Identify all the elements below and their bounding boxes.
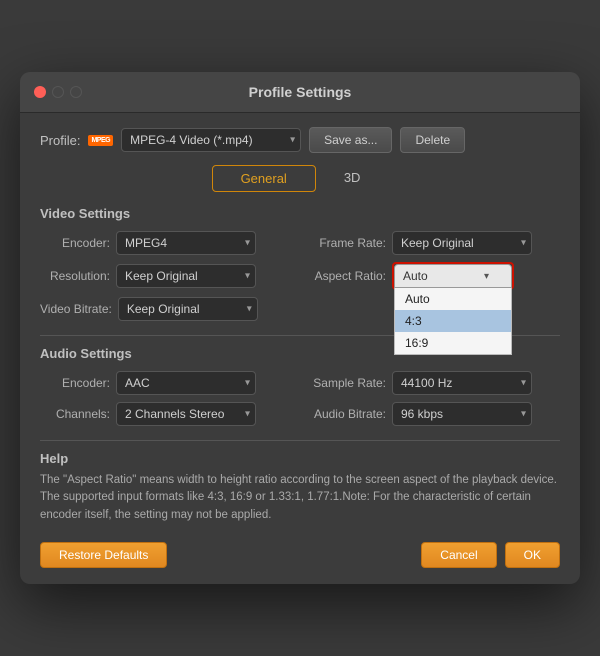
resolution-label: Resolution:: [40, 269, 110, 283]
bottom-bar: Restore Defaults Cancel OK: [40, 538, 560, 568]
encoder-label: Encoder:: [40, 236, 110, 250]
audio-encoder-wrapper[interactable]: AAC: [116, 371, 256, 395]
help-text: The "Aspect Ratio" means width to height…: [40, 472, 560, 524]
channels-left: Channels: 2 Channels Stereo: [40, 402, 294, 426]
aspect-ratio-dropdown: Auto 4:3 16:9: [394, 288, 512, 355]
encoder-select[interactable]: MPEG4: [116, 231, 256, 255]
aspect-option-16-9[interactable]: 16:9: [395, 332, 511, 354]
bottom-right-buttons: Cancel OK: [421, 542, 560, 568]
videobitrate-select[interactable]: Keep Original: [118, 297, 258, 321]
audio-encoder-select[interactable]: AAC: [116, 371, 256, 395]
videobitrate-select-wrapper[interactable]: Keep Original: [118, 297, 258, 321]
tabs-row: General 3D: [40, 165, 560, 192]
profile-select[interactable]: MPEG-4 Video (*.mp4): [121, 128, 301, 152]
resolution-aspectratio-row: Resolution: Keep Original Aspect Ratio:: [40, 262, 560, 290]
window-body: Profile: MPEG MPEG-4 Video (*.mp4) Save …: [20, 113, 580, 584]
profile-select-wrapper[interactable]: MPEG-4 Video (*.mp4): [121, 128, 301, 152]
help-title: Help: [40, 451, 560, 466]
divider-2: [40, 440, 560, 441]
aspect-ratio-open-container: Auto ▾ Auto 4:3 16:9: [392, 262, 514, 290]
cancel-button[interactable]: Cancel: [421, 542, 496, 568]
framerate-right: Frame Rate: Keep Original: [306, 231, 560, 255]
save-as-button[interactable]: Save as...: [309, 127, 392, 153]
channels-audiobitrate-row: Channels: 2 Channels Stereo Audio Bitrat…: [40, 402, 560, 426]
videobitrate-label: Video Bitrate:: [40, 302, 112, 316]
samplerate-select[interactable]: 44100 Hz: [392, 371, 532, 395]
window-title: Profile Settings: [249, 84, 352, 100]
channels-wrapper[interactable]: 2 Channels Stereo: [116, 402, 256, 426]
video-settings-title: Video Settings: [40, 206, 560, 221]
aspect-trigger-chevron: ▾: [484, 271, 489, 282]
resolution-select[interactable]: Keep Original: [116, 264, 256, 288]
encoder-left: Encoder: MPEG4: [40, 231, 294, 255]
audio-encoder-label: Encoder:: [40, 376, 110, 390]
encoder-framerate-row: Encoder: MPEG4 Frame Rate: Keep Original: [40, 231, 560, 255]
restore-defaults-button[interactable]: Restore Defaults: [40, 542, 167, 568]
samplerate-wrapper[interactable]: 44100 Hz: [392, 371, 532, 395]
aspectratio-right: Aspect Ratio: Auto ▾ Auto 4:3 16:9: [306, 262, 560, 290]
traffic-lights: [34, 86, 82, 98]
mpeg-icon: MPEG: [88, 135, 113, 146]
tab-3d[interactable]: 3D: [316, 165, 389, 192]
aspect-ratio-trigger[interactable]: Auto ▾: [394, 264, 512, 288]
video-settings-grid: Encoder: MPEG4 Frame Rate: Keep Original: [40, 231, 560, 321]
ok-button[interactable]: OK: [505, 542, 560, 568]
samplerate-right: Sample Rate: 44100 Hz: [306, 371, 560, 395]
tab-general[interactable]: General: [212, 165, 316, 192]
aspect-option-auto[interactable]: Auto: [395, 288, 511, 310]
audiobitrate-right: Audio Bitrate: 96 kbps: [306, 402, 560, 426]
profile-row: Profile: MPEG MPEG-4 Video (*.mp4) Save …: [40, 127, 560, 153]
audio-settings-grid: Encoder: AAC Sample Rate: 44100 Hz: [40, 371, 560, 426]
samplerate-label: Sample Rate:: [306, 376, 386, 390]
title-bar: Profile Settings: [20, 72, 580, 113]
audio-encoder-samplerate-row: Encoder: AAC Sample Rate: 44100 Hz: [40, 371, 560, 395]
profile-settings-window: Profile Settings Profile: MPEG MPEG-4 Vi…: [20, 72, 580, 584]
audiobitrate-wrapper[interactable]: 96 kbps: [392, 402, 532, 426]
help-section: Help The "Aspect Ratio" means width to h…: [40, 451, 560, 524]
channels-select[interactable]: 2 Channels Stereo: [116, 402, 256, 426]
audiobitrate-select[interactable]: 96 kbps: [392, 402, 532, 426]
delete-button[interactable]: Delete: [400, 127, 465, 153]
close-button[interactable]: [34, 86, 46, 98]
audiobitrate-label: Audio Bitrate:: [306, 407, 386, 421]
encoder-select-wrapper[interactable]: MPEG4: [116, 231, 256, 255]
audio-settings-section: Audio Settings Encoder: AAC Sample Rate:: [40, 346, 560, 426]
minimize-button[interactable]: [52, 86, 64, 98]
resolution-left: Resolution: Keep Original: [40, 264, 294, 288]
resolution-select-wrapper[interactable]: Keep Original: [116, 264, 256, 288]
framerate-label: Frame Rate:: [306, 236, 386, 250]
aspectratio-label: Aspect Ratio:: [306, 269, 386, 283]
videobitrate-left: Video Bitrate: Keep Original: [40, 297, 294, 321]
channels-label: Channels:: [40, 407, 110, 421]
audio-encoder-left: Encoder: AAC: [40, 371, 294, 395]
framerate-select-wrapper[interactable]: Keep Original: [392, 231, 532, 255]
framerate-select[interactable]: Keep Original: [392, 231, 532, 255]
maximize-button[interactable]: [70, 86, 82, 98]
aspect-ratio-current-value: Auto: [403, 269, 428, 283]
video-settings-section: Video Settings Encoder: MPEG4 Frame Rate…: [40, 206, 560, 321]
aspect-option-4-3[interactable]: 4:3: [395, 310, 511, 332]
profile-label: Profile:: [40, 133, 80, 148]
